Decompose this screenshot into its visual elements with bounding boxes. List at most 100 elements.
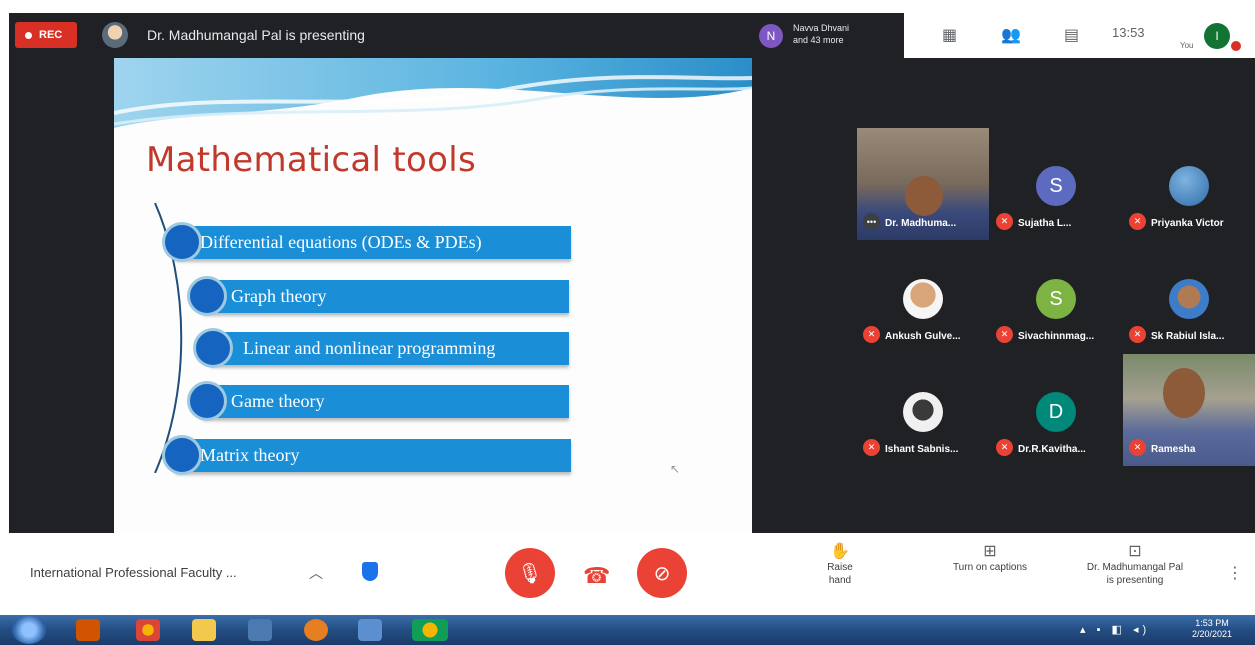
cursor-icon: ↖	[670, 462, 681, 476]
participant-name: Dr. Madhuma...	[885, 218, 957, 229]
raised-hand-name: Navva Dhvani	[793, 23, 850, 33]
slide-bullet-matrix-theory: Matrix theory	[176, 439, 571, 472]
raise-hand-button[interactable]: ✋ Raise hand	[815, 543, 865, 587]
clock-time: 1:53 PM	[1195, 618, 1229, 628]
camera-toggle-button[interactable]: ⊘	[637, 548, 687, 598]
captions-label: Turn on captions	[952, 562, 1028, 573]
chat-icon[interactable]: ▤	[1064, 25, 1079, 45]
meeting-title[interactable]: International Professional Faculty ...	[30, 565, 237, 580]
participant-tile[interactable]: D ✕ Dr.R.Kavitha...	[990, 354, 1122, 466]
recording-badge: REC	[15, 22, 77, 48]
mic-off-icon: ✕	[996, 326, 1013, 343]
bullet-circle-icon	[187, 381, 227, 421]
participant-name: Sivachinnmag...	[1018, 331, 1095, 342]
bullet-circle-icon	[187, 276, 227, 316]
people-icon[interactable]: 👥	[1001, 25, 1021, 45]
mic-off-icon: ✕	[1129, 326, 1146, 343]
clock-date: 2/20/2021	[1192, 629, 1233, 639]
app-icon[interactable]	[358, 619, 382, 641]
participant-name: Ankush Gulve...	[885, 331, 961, 342]
app-icon[interactable]	[248, 619, 272, 641]
participant-tile[interactable]: ✕ Ankush Gulve...	[857, 241, 989, 353]
windows-taskbar: ▴ ▪ ◧ ◂) 1:53 PM 2/20/2021	[0, 615, 1255, 645]
raise-hand-label: Raise hand	[827, 562, 853, 586]
participant-tile[interactable]: ✕ Ishant Sabnis...	[857, 354, 989, 466]
participant-name: Ramesha	[1151, 444, 1196, 455]
meet-window: REC Dr. Madhumangal Pal is presenting N …	[9, 13, 1255, 533]
slide-bullet-linear-programming: Linear and nonlinear programming	[211, 332, 569, 365]
bullet-circle-icon	[193, 328, 233, 368]
chrome-icon[interactable]	[136, 619, 160, 641]
record-dot-icon	[25, 31, 32, 39]
participant-tile[interactable]: ✕ Sk Rabiul Isla...	[1123, 241, 1255, 353]
slide-bullet-text: Graph theory	[231, 286, 327, 306]
participant-name: Priyanka Victor	[1151, 218, 1224, 229]
raised-hand-avatar[interactable]: N	[759, 24, 783, 48]
chevron-up-icon[interactable]: ︿	[309, 563, 323, 583]
slide-bullet-text: Matrix theory	[200, 445, 300, 465]
participant-video-face	[905, 176, 943, 216]
captions-button[interactable]: ⊞ Turn on captions	[935, 543, 1045, 574]
raised-hand-notice[interactable]: Navva Dhvani and 43 more	[793, 22, 893, 46]
rec-label: REC	[39, 29, 63, 41]
participant-tile[interactable]: ✕ Ramesha	[1123, 354, 1255, 466]
participant-name: Sk Rabiul Isla...	[1151, 331, 1225, 342]
presenting-label-line2: is presenting	[1106, 575, 1164, 586]
more-options-icon[interactable]: ⋮	[1227, 563, 1243, 583]
slide-wave-decoration	[114, 58, 752, 128]
mic-toggle-button[interactable]: 🎙	[505, 548, 555, 598]
participant-tile[interactable]: S ✕ Sujatha L...	[990, 128, 1122, 240]
mic-off-icon: 🎙	[517, 562, 543, 585]
layout-grid-icon[interactable]: ▦	[942, 25, 957, 45]
participant-avatar: S	[1036, 279, 1076, 319]
participant-tile[interactable]: ••• Dr. Madhuma...	[857, 128, 989, 240]
start-button[interactable]	[12, 616, 46, 644]
presenting-label-line1: Dr. Madhumangal Pal	[1086, 562, 1184, 573]
participant-avatar	[1169, 279, 1209, 319]
notification-badge	[1231, 41, 1241, 51]
hang-up-button[interactable]: ☎	[583, 563, 610, 589]
participant-avatar	[903, 279, 943, 319]
hand-icon: ✋	[830, 543, 850, 560]
raised-hand-more: and 43 more	[793, 35, 844, 45]
audio-level-icon: •••	[863, 213, 880, 230]
participant-avatar: D	[1036, 392, 1076, 432]
participant-video-face	[1163, 368, 1205, 418]
participant-avatar	[903, 392, 943, 432]
top-right-tray: ▦ 👥 ▤ 13:53 You I	[904, 13, 1255, 58]
folder-icon[interactable]	[192, 619, 216, 641]
mic-off-icon: ✕	[996, 213, 1013, 230]
presenter-avatar	[102, 22, 128, 48]
you-label: You	[1180, 41, 1194, 50]
participant-tile[interactable]: ✕ Priyanka Victor	[1123, 128, 1255, 240]
mic-off-icon: ✕	[1129, 213, 1146, 230]
system-tray-icons[interactable]: ▴ ▪ ◧ ◂)	[1080, 623, 1150, 636]
participant-avatar	[1169, 166, 1209, 206]
presenting-status: Dr. Madhumangal Pal is presenting	[147, 27, 365, 43]
mic-off-icon: ✕	[863, 439, 880, 456]
presentation-slide: Mathematical tools Differential equation…	[114, 58, 752, 533]
slide-bullet-graph-theory: Graph theory	[203, 280, 569, 313]
participant-name: Dr.R.Kavitha...	[1018, 444, 1086, 455]
host-controls-shield-icon[interactable]	[362, 562, 378, 581]
slide-title: Mathematical tools	[146, 140, 476, 180]
user-avatar[interactable]: I	[1204, 23, 1230, 49]
slide-bullet-differential-equations: Differential equations (ODEs & PDEs)	[176, 226, 571, 259]
slide-bullet-text: Linear and nonlinear programming	[243, 338, 496, 358]
media-player-icon[interactable]	[304, 619, 328, 641]
mic-off-icon: ✕	[996, 439, 1013, 456]
chrome-active-icon[interactable]	[412, 619, 448, 641]
present-screen-icon: ⊡	[1128, 543, 1142, 560]
app-icon[interactable]	[76, 619, 100, 641]
slide-bullet-text: Differential equations (ODEs & PDEs)	[200, 232, 482, 252]
meeting-clock: 13:53	[1112, 25, 1145, 40]
taskbar-clock[interactable]: 1:53 PM 2/20/2021	[1192, 618, 1232, 640]
presenting-button[interactable]: ⊡ Dr. Madhumangal Pal is presenting	[1072, 543, 1198, 587]
captions-icon: ⊞	[983, 543, 997, 560]
participant-name: Sujatha L...	[1018, 218, 1072, 229]
mic-off-icon: ✕	[1129, 439, 1146, 456]
slide-bullet-text: Game theory	[231, 391, 325, 411]
bullet-circle-icon	[162, 222, 202, 262]
meeting-control-bar: International Professional Faculty ... ︿…	[0, 533, 1255, 615]
participant-tile[interactable]: S ✕ Sivachinnmag...	[990, 241, 1122, 353]
